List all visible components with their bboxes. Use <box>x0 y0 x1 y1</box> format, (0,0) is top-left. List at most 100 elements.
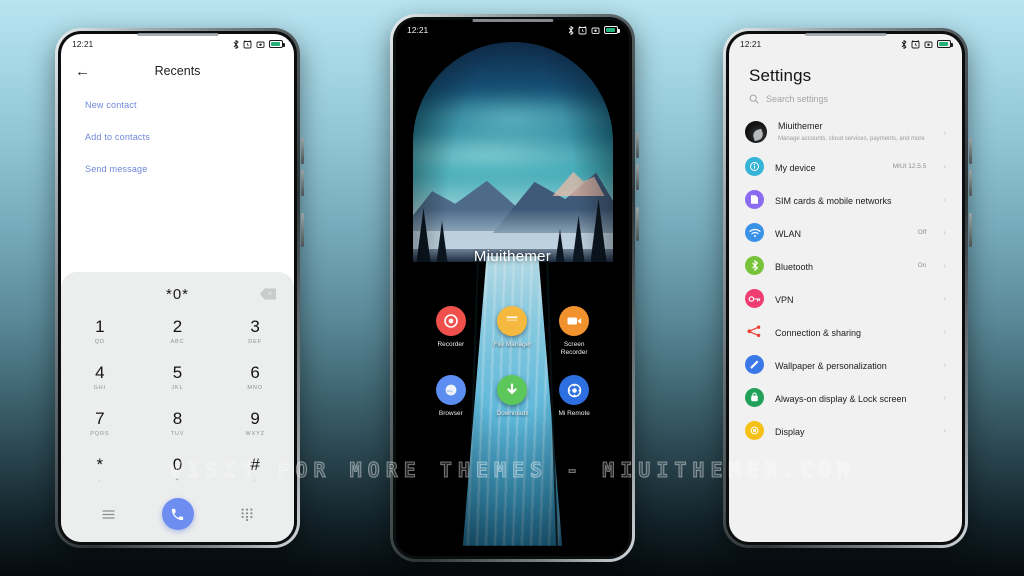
backspace-icon[interactable]: × <box>260 288 276 300</box>
chevron-right-icon: › <box>943 261 946 271</box>
phone3-screen: 12:21 Settings Search settings Miuitheme <box>729 34 962 542</box>
key-1[interactable]: 1 QD <box>61 308 139 354</box>
key-6[interactable]: 6 MNO <box>216 354 294 400</box>
key-3[interactable]: 3 DEF <box>216 308 294 354</box>
app-label: Mi Remote <box>558 410 590 418</box>
volume-up-button[interactable] <box>969 138 972 164</box>
chevron-right-icon: › <box>943 393 946 403</box>
settings-row-vpn[interactable]: VPN › <box>729 282 962 315</box>
volume-down-button[interactable] <box>301 170 304 196</box>
lock-screen-icon <box>745 388 764 408</box>
app-recorder[interactable]: Recorder <box>420 306 482 357</box>
settings-label: VPN <box>775 294 794 305</box>
action-new-contact[interactable]: New contact <box>85 100 270 110</box>
status-time: 12:21 <box>72 39 94 49</box>
wallpaper <box>396 20 629 556</box>
settings-label: Display <box>775 426 805 437</box>
key-star[interactable]: *, <box>61 446 139 492</box>
settings-row-wallpaper[interactable]: Wallpaper & personalization › <box>729 348 962 381</box>
dialer-nav-bar <box>61 492 294 536</box>
settings-row-display[interactable]: Display › <box>729 414 962 447</box>
page-title: Settings <box>749 66 812 85</box>
bluetooth-icon <box>745 256 764 276</box>
settings-label: Connection & sharing <box>775 327 862 338</box>
settings-label: SIM cards & mobile networks <box>775 195 892 206</box>
key-8[interactable]: 8 TUV <box>139 400 217 446</box>
settings-row-my-device[interactable]: My device MIUI 12.5.5 › <box>729 150 962 183</box>
status-bar: 12:21 <box>729 34 962 54</box>
app-label: Browser <box>438 410 463 418</box>
settings-row-aod-lock-screen[interactable]: Always-on display & Lock screen › <box>729 381 962 414</box>
volume-up-button[interactable] <box>636 132 639 158</box>
key-2[interactable]: 2 ABC <box>139 308 217 354</box>
phone2-screen: 12:21 Miuithemer Recorder File Manager S… <box>396 20 629 556</box>
earpiece-grille <box>804 33 887 36</box>
back-button[interactable]: ← <box>75 64 95 79</box>
search-input[interactable]: Search settings <box>729 94 962 114</box>
key-0[interactable]: 0 + <box>139 446 217 492</box>
alarm-icon <box>911 39 920 48</box>
key-letters: WXYZ <box>245 430 265 437</box>
app-browser[interactable]: Browser <box>420 375 482 418</box>
browser-globe-icon <box>435 375 466 406</box>
search-icon <box>749 94 759 104</box>
power-button[interactable] <box>636 207 639 241</box>
page-title: Recents <box>154 64 201 78</box>
action-add-to-contacts[interactable]: Add to contacts <box>85 132 270 142</box>
key-letters: , <box>98 476 102 483</box>
app-screen-recorder[interactable]: Screen Recorder <box>543 306 605 357</box>
bluetooth-icon <box>568 25 574 35</box>
chevron-right-icon: › <box>943 195 946 205</box>
app-mi-remote[interactable]: Mi Remote <box>543 375 605 418</box>
chevron-right-icon: › <box>943 127 946 137</box>
home-clock-label: Miuithemer <box>473 248 552 265</box>
key-4[interactable]: 4 GHI <box>61 354 139 400</box>
volume-up-button[interactable] <box>301 138 304 164</box>
action-send-message[interactable]: Send message <box>85 164 270 174</box>
account-name: Miuithemer <box>778 121 823 131</box>
key-hash[interactable]: #; <box>216 446 294 492</box>
settings-row-account[interactable]: Miuithemer Manage accounts, cloud servic… <box>729 114 962 150</box>
key-9[interactable]: 9 WXYZ <box>216 400 294 446</box>
contact-actions-list: New contact Add to contacts Send message <box>61 88 294 196</box>
key-5[interactable]: 5 JKL <box>139 354 217 400</box>
settings-value: Off <box>917 229 927 237</box>
dialpad-icon[interactable] <box>241 508 253 521</box>
power-button[interactable] <box>969 213 972 247</box>
sim-card-icon <box>745 190 764 210</box>
settings-row-bluetooth[interactable]: Bluetooth On › <box>729 249 962 282</box>
chevron-right-icon: › <box>943 162 946 172</box>
key-7[interactable]: 7 PQRS <box>61 400 139 446</box>
wifi-icon <box>745 223 764 243</box>
settings-row-wlan[interactable]: WLAN Off › <box>729 216 962 249</box>
status-bar: 12:21 <box>396 20 629 40</box>
settings-row-sim-cards[interactable]: SIM cards & mobile networks › <box>729 183 962 216</box>
key-letters: ABC <box>170 338 185 345</box>
bluetooth-icon <box>233 39 239 49</box>
earpiece-grille <box>136 33 219 36</box>
share-icon <box>745 322 764 341</box>
app-label: File Manager <box>493 341 532 348</box>
brightness-icon <box>745 421 764 441</box>
alarm-icon <box>578 25 587 34</box>
volume-down-button[interactable] <box>636 164 639 190</box>
hamburger-menu-icon[interactable] <box>102 509 115 520</box>
app-file-manager[interactable]: File Manager <box>482 306 544 357</box>
settings-row-connection-sharing[interactable]: Connection & sharing › <box>729 315 962 348</box>
key-letters: + <box>175 476 180 483</box>
app-grid: Recorder File Manager Screen Recorder Br… <box>396 306 629 418</box>
download-arrow-icon <box>497 375 528 406</box>
screenshot-icon <box>924 41 933 48</box>
phone-mockup-homescreen: 12:21 Miuithemer Recorder File Manager S… <box>390 14 639 562</box>
battery-icon <box>604 26 620 34</box>
chevron-right-icon: › <box>943 327 946 337</box>
folder-icon <box>497 306 528 336</box>
recorder-icon <box>435 306 466 336</box>
power-button[interactable] <box>301 213 304 247</box>
phone-call-icon[interactable] <box>161 498 194 530</box>
key-letters: MNO <box>247 384 263 391</box>
volume-down-button[interactable] <box>969 170 972 196</box>
app-downloads[interactable]: Downloads <box>482 375 544 418</box>
chevron-right-icon: › <box>943 294 946 304</box>
dialpad-panel: *0* × 1 QD 2 ABC 3 DEF 4 GHI 5 JKL 6 MNO 7 PQRS… <box>61 272 294 542</box>
